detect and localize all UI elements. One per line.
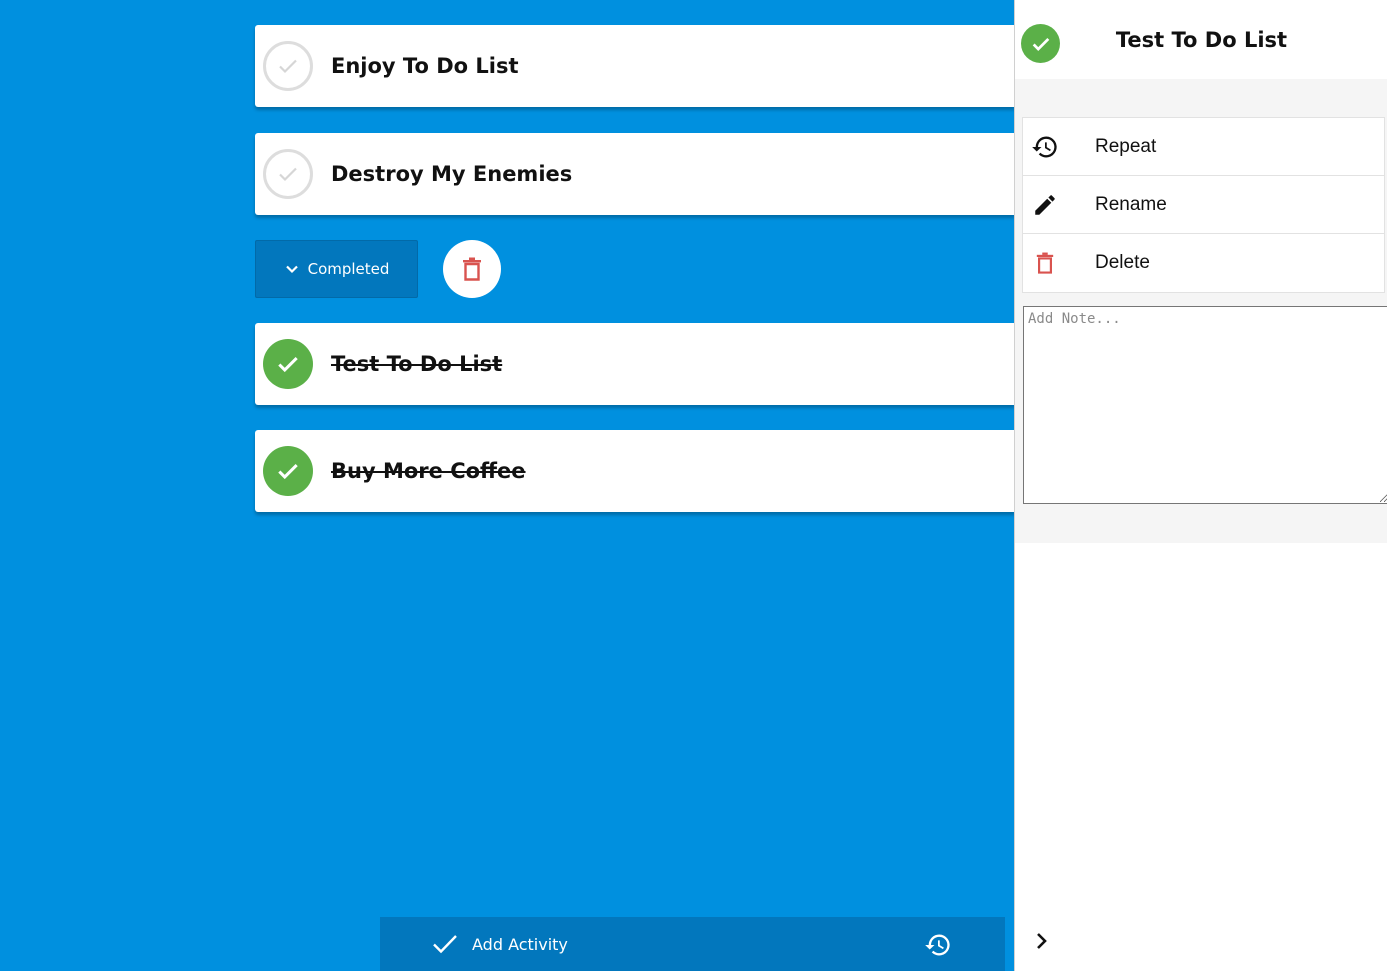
- task-check-button[interactable]: [263, 446, 313, 496]
- check-icon: [278, 356, 298, 373]
- check-icon: [279, 59, 297, 74]
- history-button[interactable]: [922, 929, 954, 961]
- task-item[interactable]: Destroy My Enemies: [255, 133, 1015, 215]
- task-check-button[interactable]: [263, 41, 313, 91]
- action-list: Repeat Rename Delete: [1022, 117, 1385, 293]
- task-item-completed[interactable]: Test To Do List: [255, 323, 1015, 405]
- add-activity-button[interactable]: Add Activity: [432, 917, 568, 971]
- rename-action[interactable]: Rename: [1023, 176, 1384, 234]
- history-icon: [1031, 133, 1059, 161]
- trash-icon: [1031, 249, 1059, 277]
- delete-action[interactable]: Delete: [1023, 234, 1384, 292]
- task-title: Buy More Coffee: [331, 459, 526, 483]
- pencil-icon: [1031, 191, 1059, 219]
- completed-toggle-button[interactable]: Completed: [255, 240, 418, 298]
- rename-label: Rename: [1095, 193, 1167, 215]
- add-activity-label: Add Activity: [472, 934, 568, 954]
- task-list-area: Enjoy To Do List Destroy My Enemies Comp…: [0, 0, 1015, 971]
- note-field[interactable]: [1023, 306, 1387, 504]
- history-icon: [925, 934, 950, 956]
- task-title: Destroy My Enemies: [331, 162, 573, 186]
- check-icon: [279, 167, 297, 182]
- collapse-panel-button[interactable]: [1029, 928, 1055, 954]
- detail-body: Repeat Rename Delete: [1015, 79, 1387, 543]
- task-title: Enjoy To Do List: [331, 54, 519, 78]
- repeat-action[interactable]: Repeat: [1023, 118, 1384, 176]
- delete-label: Delete: [1095, 252, 1150, 273]
- bottom-bar: Add Activity: [380, 917, 1005, 971]
- task-check-button[interactable]: [263, 149, 313, 199]
- chevron-down-icon: [285, 265, 298, 274]
- task-check-button[interactable]: [263, 339, 313, 389]
- task-item-completed[interactable]: Buy More Coffee: [255, 430, 1015, 512]
- check-icon: [433, 935, 457, 954]
- task-title: Test To Do List: [331, 352, 503, 376]
- chevron-right-icon: [1037, 933, 1047, 949]
- repeat-label: Repeat: [1095, 135, 1157, 157]
- detail-header: Test To Do List: [1015, 0, 1387, 79]
- delete-completed-button[interactable]: [443, 240, 501, 298]
- check-icon: [278, 463, 298, 480]
- task-item[interactable]: Enjoy To Do List: [255, 25, 1015, 107]
- detail-panel: Test To Do List Repeat Rename Delete Add…: [1014, 0, 1387, 971]
- completed-toggle-label: Completed: [307, 260, 390, 278]
- trash-icon: [463, 257, 481, 281]
- detail-title: Test To Do List: [1115, 28, 1288, 52]
